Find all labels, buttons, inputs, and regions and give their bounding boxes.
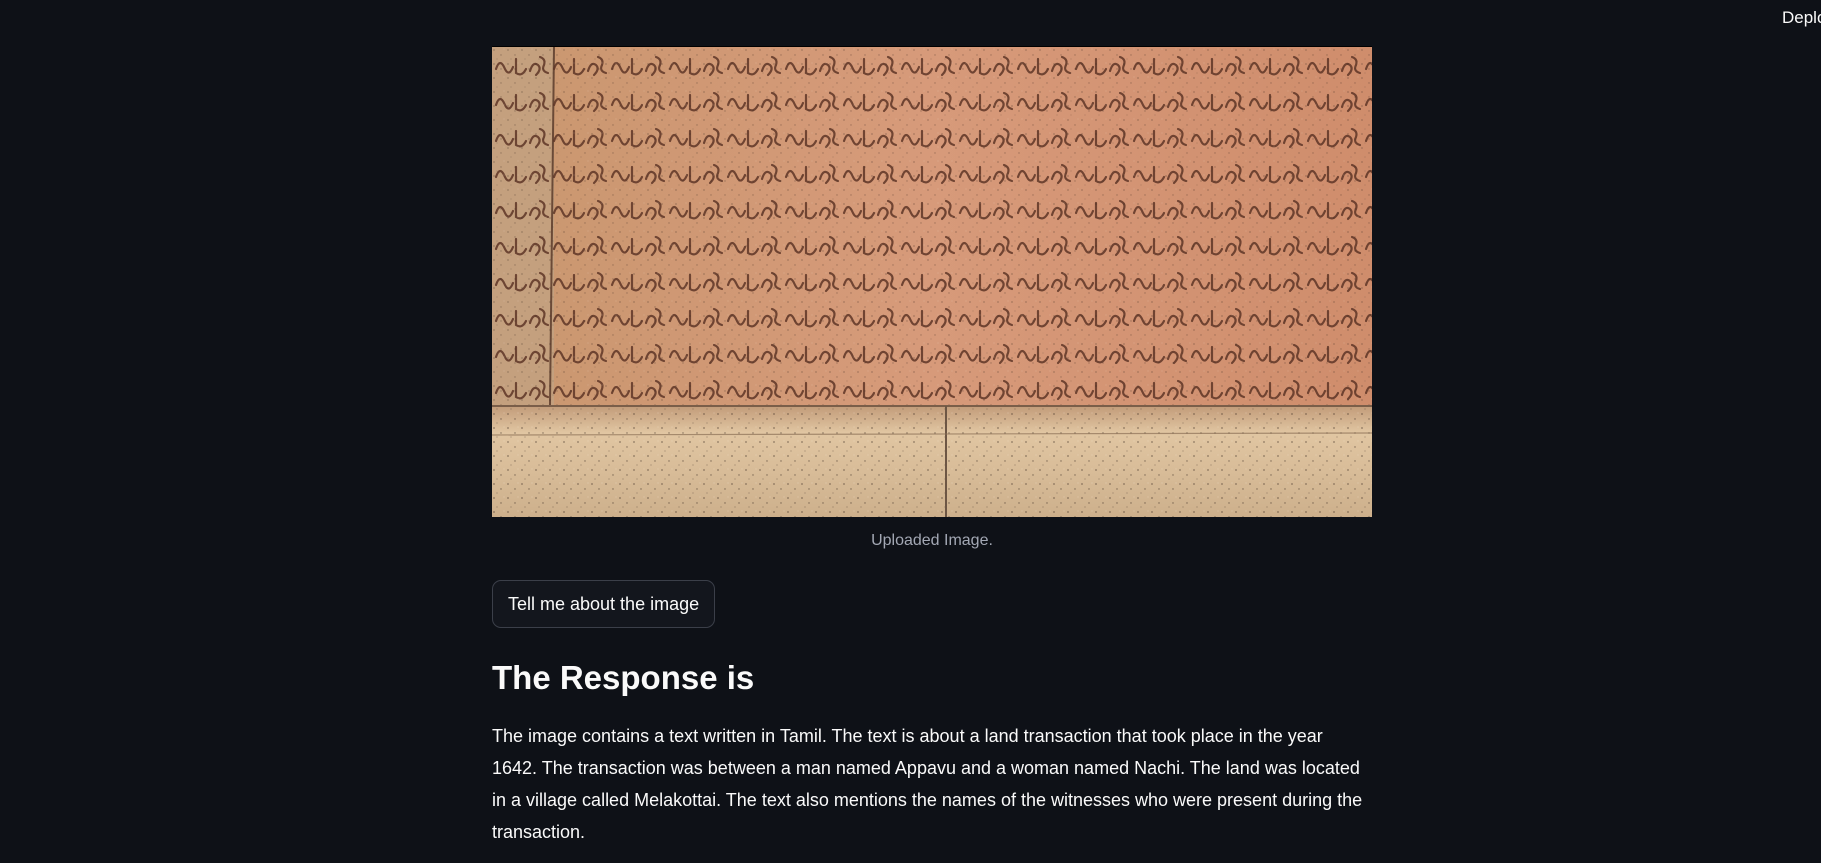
uploaded-image [492,46,1372,517]
response-heading: The Response is [492,659,755,696]
app-page: Deploy [0,0,1821,863]
main-content: Uploaded Image. Tell me about the image … [492,46,1372,848]
deploy-button[interactable]: Deploy [1782,8,1821,28]
inscription-image [492,47,1372,517]
image-caption: Uploaded Image. [871,532,993,549]
tell-me-about-image-button[interactable]: Tell me about the image [492,580,716,628]
response-text: The image contains a text written in Tam… [492,725,1363,842]
